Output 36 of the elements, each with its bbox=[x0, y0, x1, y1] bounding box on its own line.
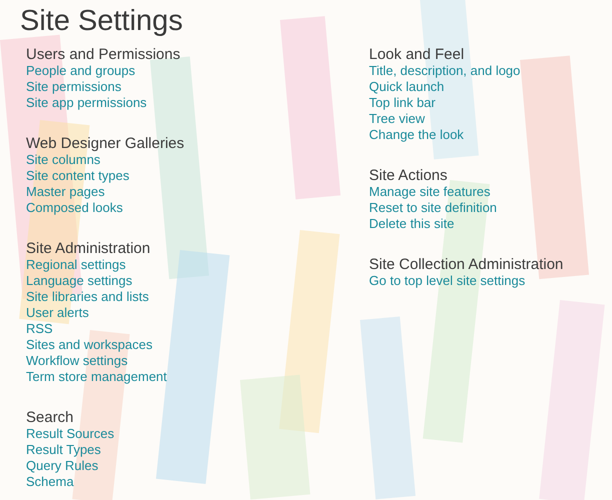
settings-link[interactable]: Title, description, and logo bbox=[369, 63, 520, 79]
settings-link[interactable]: Tree view bbox=[369, 111, 425, 127]
settings-link[interactable]: Site libraries and lists bbox=[26, 289, 149, 305]
section-heading: Site Actions bbox=[369, 167, 448, 184]
settings-link[interactable]: Result Types bbox=[26, 442, 101, 458]
settings-link[interactable]: Workflow settings bbox=[26, 353, 128, 369]
settings-link[interactable]: RSS bbox=[26, 321, 53, 337]
section-heading: Look and Feel bbox=[369, 46, 464, 63]
settings-link[interactable]: Query Rules bbox=[26, 458, 98, 474]
settings-link[interactable]: Language settings bbox=[26, 273, 132, 289]
settings-link[interactable]: Manage site features bbox=[369, 184, 490, 200]
settings-link[interactable]: Master pages bbox=[26, 184, 105, 200]
settings-link[interactable]: Result Sources bbox=[26, 426, 114, 442]
section-heading: Search bbox=[26, 409, 74, 426]
settings-link[interactable]: Top link bar bbox=[369, 95, 436, 111]
section-heading: Users and Permissions bbox=[26, 46, 180, 63]
section-heading: Site Administration bbox=[26, 240, 150, 257]
settings-link[interactable]: User alerts bbox=[26, 305, 89, 321]
settings-link[interactable]: Sites and workspaces bbox=[26, 337, 152, 353]
section-heading: Web Designer Galleries bbox=[26, 135, 184, 152]
settings-link[interactable]: Site columns bbox=[26, 152, 100, 168]
page-title: Site Settings bbox=[19, 4, 184, 39]
settings-link[interactable]: Term store management bbox=[26, 369, 167, 385]
settings-link[interactable]: Composed looks bbox=[26, 200, 123, 216]
settings-link[interactable]: Reset to site definition bbox=[369, 200, 497, 216]
settings-link[interactable]: Delete this site bbox=[369, 216, 454, 232]
section-heading: Site Collection Administration bbox=[369, 256, 564, 273]
settings-link[interactable]: Regional settings bbox=[26, 257, 126, 273]
settings-link[interactable]: Change the look bbox=[369, 127, 464, 143]
settings-link[interactable]: Site permissions bbox=[26, 79, 122, 95]
settings-link[interactable]: Go to top level site settings bbox=[369, 273, 526, 289]
settings-link[interactable]: Quick launch bbox=[369, 79, 444, 95]
settings-link[interactable]: Schema bbox=[26, 474, 74, 490]
settings-link[interactable]: People and groups bbox=[26, 63, 136, 79]
settings-link[interactable]: Site app permissions bbox=[26, 95, 147, 111]
settings-link[interactable]: Site content types bbox=[26, 168, 130, 184]
